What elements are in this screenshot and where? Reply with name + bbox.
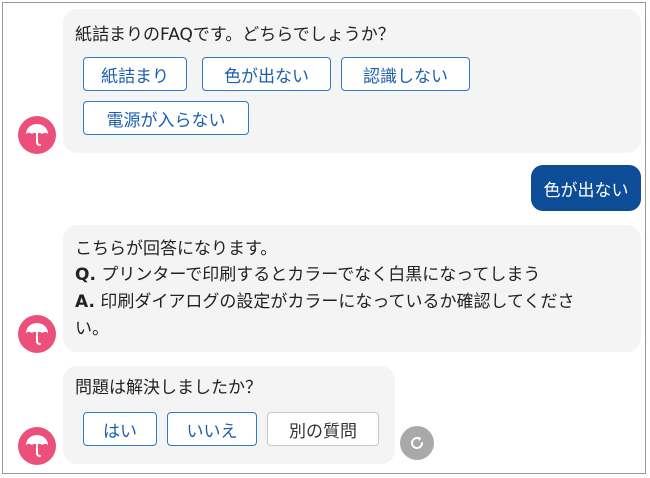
bot-message-faq-prompt: 紙詰まりのFAQです。どちらでしょうか？ 紙詰まり 色が出ない 認識しない 電源… xyxy=(63,9,641,153)
umbrella-icon xyxy=(26,323,48,345)
bot-avatar xyxy=(18,116,56,154)
bot-message-resolved-prompt: 問題は解決しましたか？ はい いいえ 別の質問 xyxy=(63,366,395,464)
refresh-button[interactable] xyxy=(400,426,434,460)
answer-text-continued: い。 xyxy=(75,319,109,339)
option-no-power-button[interactable]: 電源が入らない xyxy=(83,101,249,135)
answer-label: A. xyxy=(75,292,95,312)
no-button[interactable]: いいえ xyxy=(167,412,257,446)
option-no-color-button[interactable]: 色が出ない xyxy=(202,57,331,91)
umbrella-icon xyxy=(26,124,48,146)
refresh-icon xyxy=(411,436,424,449)
bot-message-answer: こちらが回答になります。 Q. プリンターで印刷するとカラーでなく白黒になってし… xyxy=(63,225,641,352)
bot-message-text: 問題は解決しましたか？ xyxy=(75,378,262,398)
yes-button[interactable]: はい xyxy=(83,412,157,446)
another-question-button[interactable]: 別の質問 xyxy=(267,412,379,446)
bot-avatar xyxy=(18,315,56,353)
answer-intro: こちらが回答になります。 xyxy=(75,239,278,259)
option-paper-jam-button[interactable]: 紙詰まり xyxy=(83,57,187,91)
question-label: Q. xyxy=(75,265,96,285)
umbrella-icon xyxy=(26,435,48,457)
user-message: 色が出ない xyxy=(531,165,641,211)
answer-answer-line: A. 印刷ダイアログの設定がカラーになっているか確認してくださ xyxy=(75,292,574,312)
answer-text: 印刷ダイアログの設定がカラーになっているか確認してくださ xyxy=(100,292,575,312)
bot-avatar xyxy=(18,427,56,465)
answer-question-line: Q. プリンターで印刷するとカラーでなく白黒になってしまう xyxy=(75,265,540,285)
chat-window: 紙詰まりのFAQです。どちらでしょうか？ 紙詰まり 色が出ない 認識しない 電源… xyxy=(2,2,646,474)
option-not-recognized-button[interactable]: 認識しない xyxy=(341,57,470,91)
bot-message-text: 紙詰まりのFAQです。どちらでしょうか？ xyxy=(75,25,395,45)
question-text: プリンターで印刷するとカラーでなく白黒になってしまう xyxy=(101,265,541,285)
